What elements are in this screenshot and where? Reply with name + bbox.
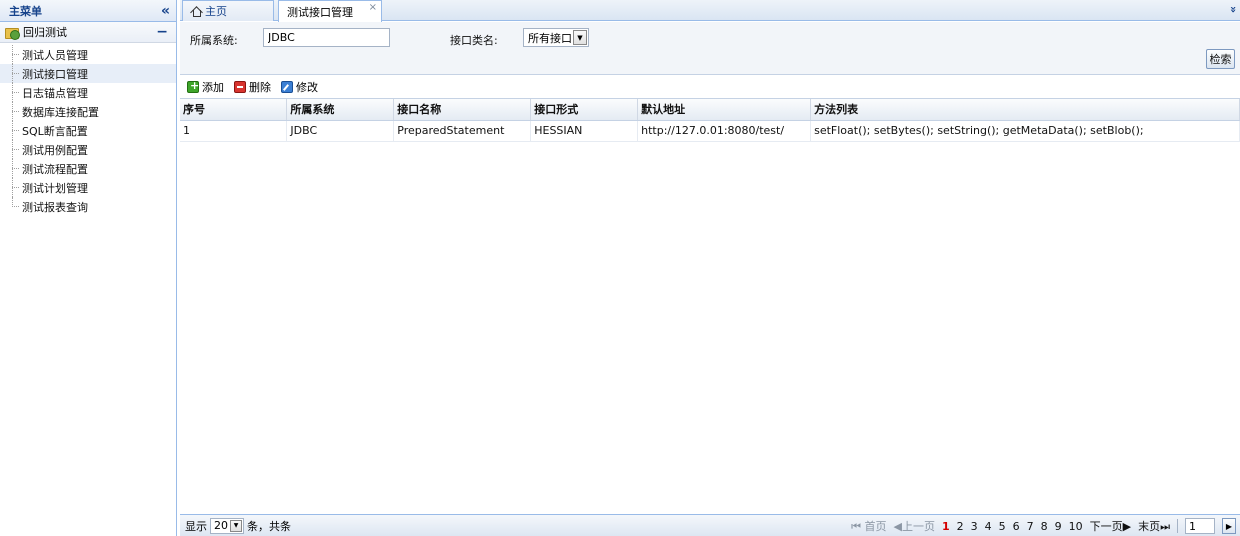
page-link-10[interactable]: 10 bbox=[1069, 520, 1083, 533]
collapse-tree-icon[interactable]: − bbox=[156, 25, 168, 39]
delete-icon bbox=[234, 81, 246, 93]
cell-default-address: http://127.0.01:8080/test/ bbox=[637, 120, 812, 142]
next-page-button[interactable]: 下一页▶ bbox=[1090, 518, 1131, 534]
interface-table: 序号 所属系统 接口名称 接口形式 默认地址 方法列表 1 JDBC Prepa… bbox=[180, 99, 1240, 142]
edit-button[interactable]: 修改 bbox=[281, 79, 318, 95]
table-header-row: 序号 所属系统 接口名称 接口形式 默认地址 方法列表 bbox=[180, 99, 1240, 121]
column-header-interface-name[interactable]: 接口名称 bbox=[393, 99, 532, 121]
page-link-7[interactable]: 7 bbox=[1027, 520, 1034, 533]
first-page-icon: ⏮ bbox=[851, 520, 861, 533]
search-panel: 所属系统: 接口类名: 所有接口 ▼ 检索 bbox=[180, 22, 1240, 75]
page-number-input[interactable] bbox=[1185, 518, 1215, 534]
column-header-method-list[interactable]: 方法列表 bbox=[810, 99, 1240, 121]
sidebar-item-sql-assertion-config[interactable]: SQL断言配置 bbox=[0, 121, 176, 140]
delete-button[interactable]: 删除 bbox=[234, 79, 271, 95]
first-page-button[interactable]: ⏮ 首页 bbox=[851, 518, 886, 534]
sidebar-item-interface-management[interactable]: 测试接口管理 bbox=[0, 64, 176, 83]
tab-interface-management[interactable]: 测试接口管理 × bbox=[278, 0, 382, 22]
page-link-3[interactable]: 3 bbox=[971, 520, 978, 533]
edit-icon bbox=[281, 81, 293, 93]
page-size-select[interactable]: 20 ▼ bbox=[210, 517, 244, 534]
sidebar-item-log-anchor-management[interactable]: 日志锚点管理 bbox=[0, 83, 176, 102]
sidebar-title: 主菜单 bbox=[9, 4, 42, 18]
interface-class-select[interactable]: 所有接口 ▼ bbox=[523, 28, 589, 47]
tab-scroll-icon[interactable]: » bbox=[1227, 6, 1240, 13]
divider bbox=[1177, 519, 1178, 533]
sidebar-item-db-connection-config[interactable]: 数据库连接配置 bbox=[0, 102, 176, 121]
data-grid: 序号 所属系统 接口名称 接口形式 默认地址 方法列表 1 JDBC Prepa… bbox=[180, 98, 1240, 514]
sidebar-menu: 测试人员管理 测试接口管理 日志锚点管理 数据库连接配置 SQL断言配置 测试用… bbox=[0, 43, 176, 216]
collapse-sidebar-icon[interactable]: « bbox=[161, 4, 170, 18]
home-icon bbox=[191, 6, 201, 17]
sidebar-item-test-plan-management[interactable]: 测试计划管理 bbox=[0, 178, 176, 197]
sidebar-item-test-case-config[interactable]: 测试用例配置 bbox=[0, 140, 176, 159]
add-button[interactable]: 添加 bbox=[187, 79, 224, 95]
close-tab-icon[interactable]: × bbox=[369, 2, 377, 13]
page-link-4[interactable]: 4 bbox=[985, 520, 992, 533]
folder-icon bbox=[5, 26, 20, 40]
cell-system: JDBC bbox=[286, 120, 395, 142]
pager: ⏮ 首页 ◀上一页 1 2 3 4 5 6 7 8 9 10 下一页▶ 末页⏭ … bbox=[851, 518, 1236, 534]
cell-method-list: setFloat(); setBytes(); setString(); get… bbox=[810, 120, 1240, 142]
tree-root-regression-test[interactable]: 回归测试 − bbox=[0, 22, 176, 43]
last-page-icon: ⏭ bbox=[1160, 520, 1170, 533]
column-header-system[interactable]: 所属系统 bbox=[286, 99, 395, 121]
play-icon: ▶ bbox=[1225, 521, 1233, 531]
sidebar-item-test-flow-config[interactable]: 测试流程配置 bbox=[0, 159, 176, 178]
last-page-button[interactable]: 末页⏭ bbox=[1138, 518, 1170, 534]
prev-page-button[interactable]: ◀上一页 bbox=[894, 518, 935, 534]
column-header-default-address[interactable]: 默认地址 bbox=[637, 99, 812, 121]
column-header-interface-form[interactable]: 接口形式 bbox=[530, 99, 639, 121]
page-link-9[interactable]: 9 bbox=[1055, 520, 1062, 533]
sidebar-header: 主菜单 « bbox=[0, 0, 176, 22]
tree-root-label: 回归测试 bbox=[23, 26, 67, 39]
cell-interface-name: PreparedStatement bbox=[393, 120, 532, 142]
search-button[interactable]: 检索 bbox=[1206, 49, 1235, 69]
chevron-down-icon: ▼ bbox=[573, 30, 587, 45]
sidebar-item-test-report-query[interactable]: 测试报表查询 bbox=[0, 197, 176, 216]
pagination-bar: 显示 20 ▼ 条，共条 ⏮ 首页 ◀上一页 1 2 3 4 5 6 7 8 9… bbox=[180, 514, 1240, 536]
chevron-down-icon: ▼ bbox=[230, 519, 242, 532]
sidebar: 主菜单 « 回归测试 − 测试人员管理 测试接口管理 日志锚点管理 数据库连接配… bbox=[0, 0, 177, 536]
column-header-index[interactable]: 序号 bbox=[180, 99, 288, 121]
page-size-group: 显示 20 ▼ 条，共条 bbox=[185, 517, 291, 534]
tab-bar: 主页 测试接口管理 × » bbox=[180, 0, 1240, 22]
system-label: 所属系统: bbox=[190, 34, 238, 47]
sidebar-item-tester-management[interactable]: 测试人员管理 bbox=[0, 45, 176, 64]
go-page-button[interactable]: ▶ bbox=[1222, 518, 1236, 534]
tab-home[interactable]: 主页 bbox=[182, 0, 274, 21]
cell-index: 1 bbox=[180, 120, 288, 142]
page-link-6[interactable]: 6 bbox=[1013, 520, 1020, 533]
page-link-2[interactable]: 2 bbox=[957, 520, 964, 533]
prev-page-icon: ◀ bbox=[893, 520, 902, 533]
next-page-icon: ▶ bbox=[1122, 520, 1132, 533]
toolbar: 添加 删除 修改 bbox=[180, 77, 1240, 97]
cell-interface-form: HESSIAN bbox=[530, 120, 639, 142]
add-icon bbox=[187, 79, 199, 93]
interface-class-label: 接口类名: bbox=[450, 34, 498, 47]
page-link-8[interactable]: 8 bbox=[1041, 520, 1048, 533]
page-link-1[interactable]: 1 bbox=[942, 520, 950, 533]
page-link-5[interactable]: 5 bbox=[999, 520, 1006, 533]
table-row[interactable]: 1 JDBC PreparedStatement HESSIAN http://… bbox=[180, 120, 1240, 142]
main-panel: 主页 测试接口管理 × » 所属系统: 接口类名: 所有接口 ▼ 检索 添加 删… bbox=[180, 0, 1240, 536]
system-input[interactable] bbox=[263, 28, 390, 47]
